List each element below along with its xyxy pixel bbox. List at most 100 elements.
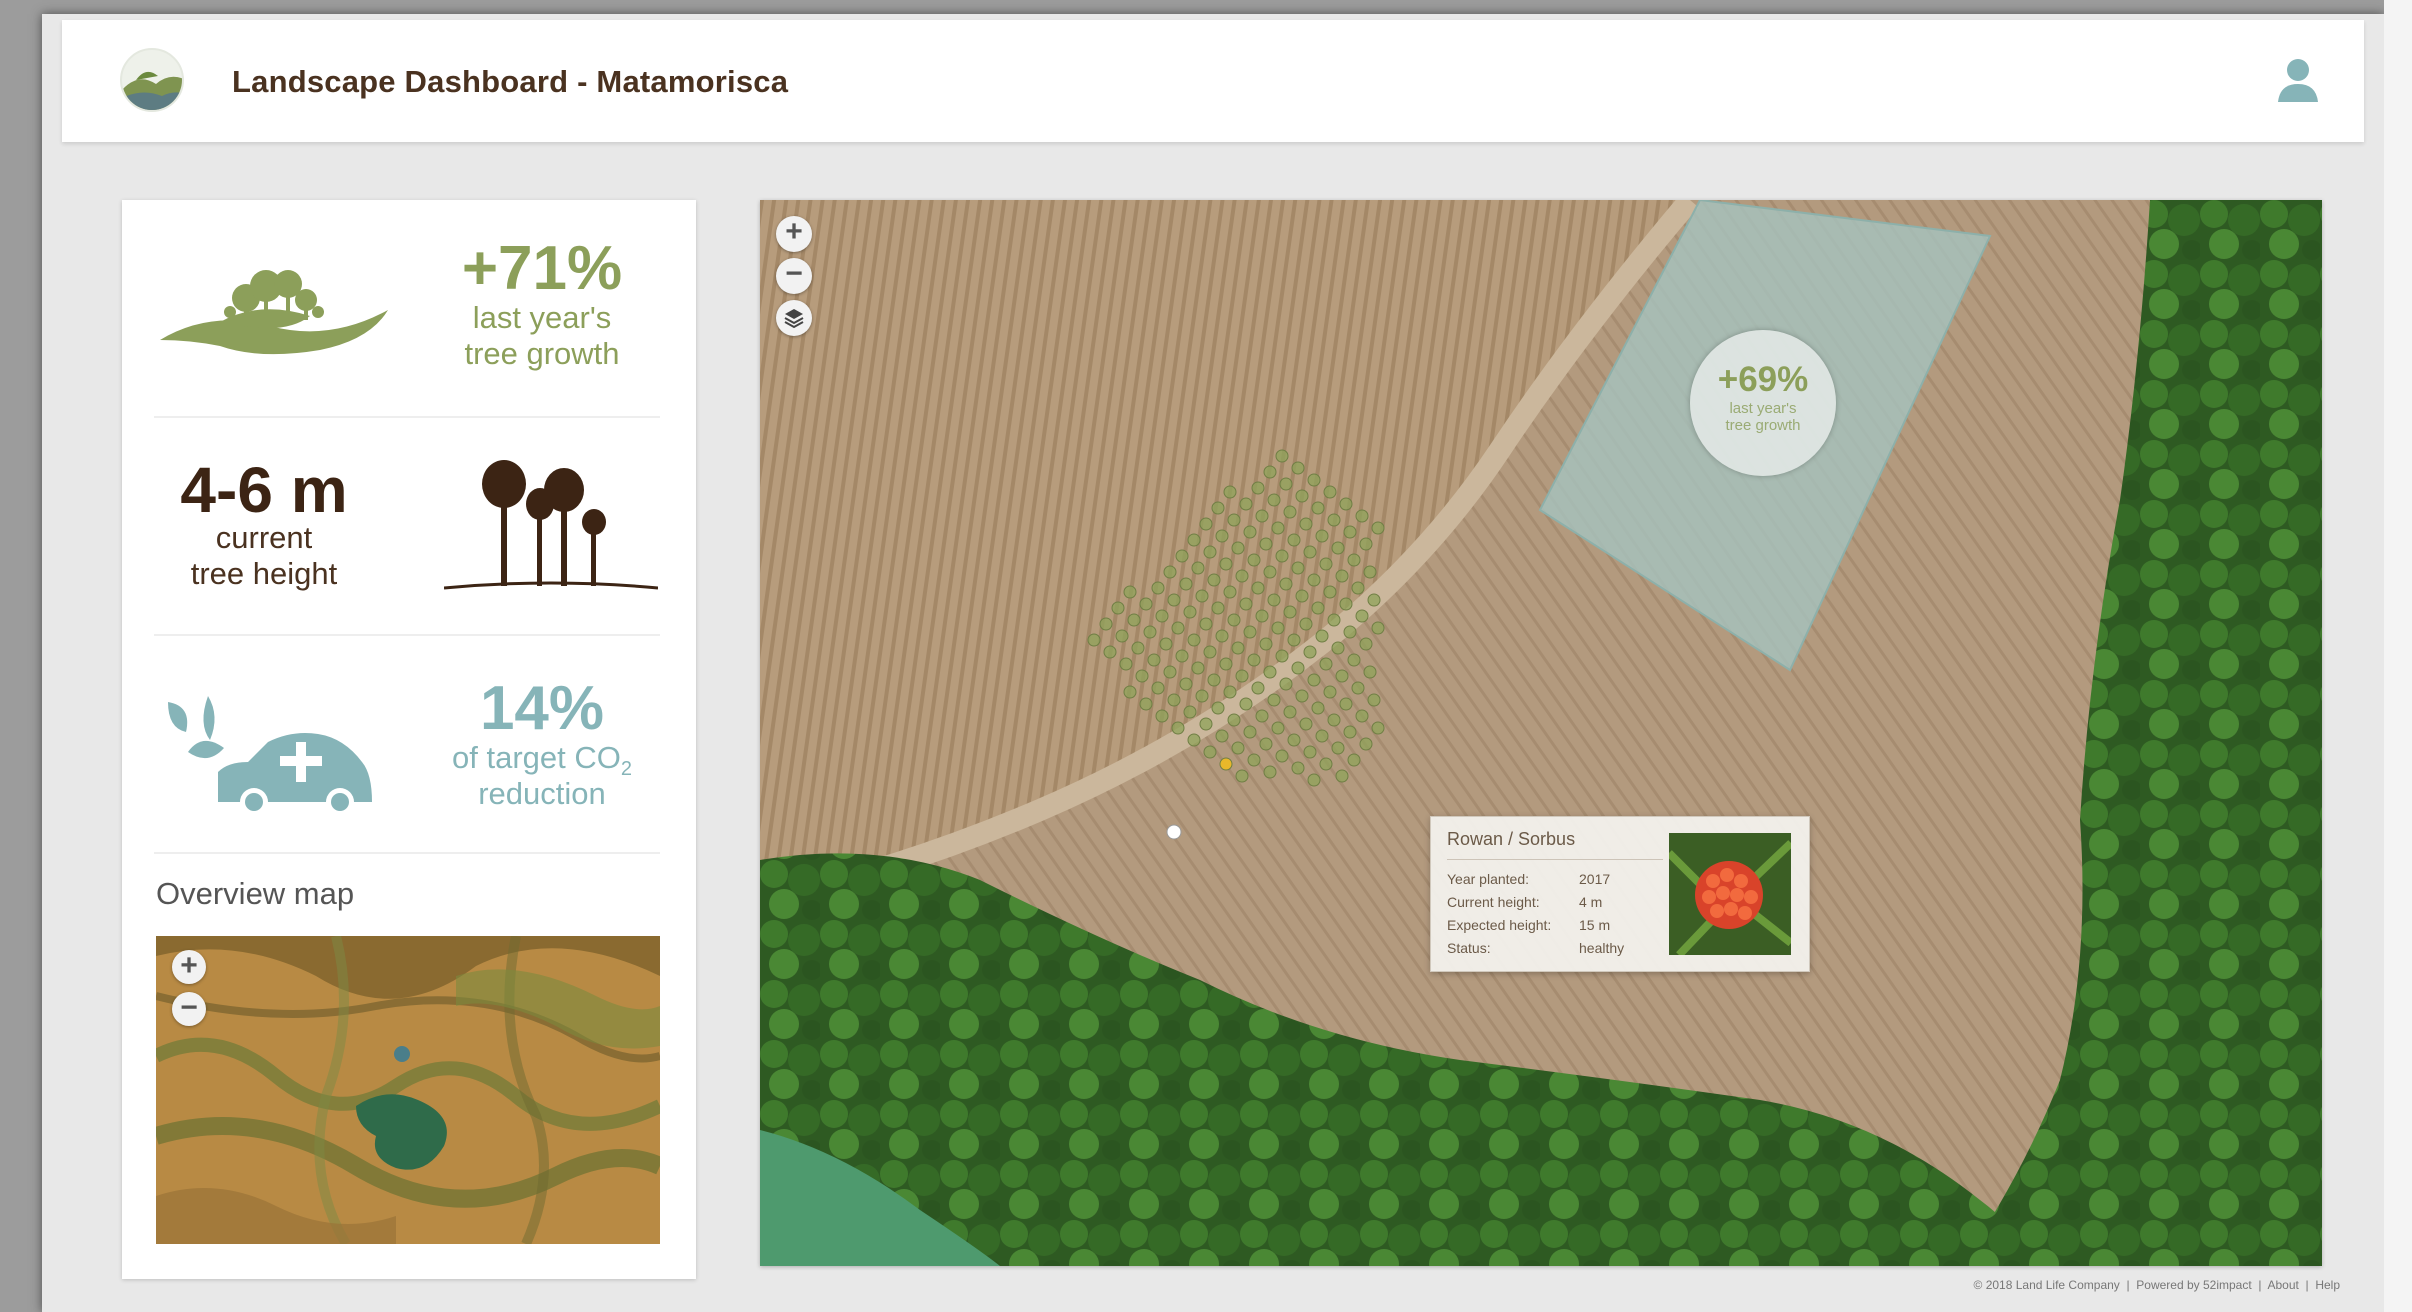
tree-marker[interactable] [1279,577,1293,591]
tree-marker[interactable] [1243,625,1257,639]
tree-marker[interactable] [1187,733,1201,747]
tree-marker[interactable] [1143,625,1157,639]
tree-marker[interactable] [1291,461,1305,475]
tree-marker[interactable] [1299,717,1313,731]
footer-about-link[interactable]: About [2267,1278,2298,1292]
tree-marker[interactable] [1231,741,1245,755]
tree-marker[interactable] [1275,749,1289,763]
tree-marker[interactable] [1367,593,1381,607]
tree-marker[interactable] [1123,685,1137,699]
tree-marker[interactable] [1371,521,1385,535]
tree-marker[interactable] [1335,769,1349,783]
tree-marker[interactable] [1227,513,1241,527]
tree-marker[interactable] [1339,497,1353,511]
tree-marker[interactable] [1183,605,1197,619]
tree-marker[interactable] [1327,513,1341,527]
tree-marker[interactable] [1227,613,1241,627]
tree-marker[interactable] [1211,601,1225,615]
tree-marker[interactable] [1287,633,1301,647]
tree-marker[interactable] [1283,605,1297,619]
tree-marker[interactable] [1103,645,1117,659]
tree-marker[interactable] [1255,509,1269,523]
tree-marker[interactable] [1223,585,1237,599]
tree-marker[interactable] [1323,485,1337,499]
tree-marker[interactable] [1347,753,1361,767]
tree-marker[interactable] [1155,709,1169,723]
tree-marker[interactable] [1259,537,1273,551]
user-profile-icon[interactable] [2276,56,2320,104]
tree-marker[interactable] [1343,725,1357,739]
tree-marker[interactable] [1167,693,1181,707]
tree-marker[interactable] [1151,681,1165,695]
tree-marker[interactable] [1199,717,1213,731]
tree-marker[interactable] [1311,501,1325,515]
tree-marker[interactable] [1263,665,1277,679]
tree-marker[interactable] [1271,721,1285,735]
tree-marker[interactable] [1267,593,1281,607]
tree-marker[interactable] [1371,621,1385,635]
tree-marker[interactable] [1275,549,1289,563]
tree-marker[interactable] [1235,669,1249,683]
tree-marker[interactable] [1223,685,1237,699]
map-zoom-in-button[interactable]: + [776,216,812,252]
tree-marker[interactable] [1179,677,1193,691]
tree-marker[interactable] [1267,493,1281,507]
tree-marker[interactable] [1267,693,1281,707]
tree-marker[interactable] [1279,477,1293,491]
tree-marker[interactable] [1263,465,1277,479]
tree-marker[interactable] [1359,537,1373,551]
map-zoom-out-button[interactable]: − [776,258,812,294]
selected-tree-marker[interactable] [1166,824,1182,840]
tree-marker[interactable] [1295,589,1309,603]
tree-marker[interactable] [1251,481,1265,495]
tree-marker[interactable] [1355,709,1369,723]
tree-marker[interactable] [1175,549,1189,563]
tree-marker[interactable] [1299,517,1313,531]
tree-marker[interactable] [1255,609,1269,623]
tree-marker[interactable] [1359,637,1373,651]
tree-marker[interactable] [1243,525,1257,539]
tree-marker[interactable] [1235,769,1249,783]
tree-marker[interactable] [1287,533,1301,547]
overview-map[interactable]: + − [156,936,660,1244]
tree-marker[interactable] [1183,705,1197,719]
tree-marker[interactable] [1187,533,1201,547]
tree-marker[interactable] [1275,649,1289,663]
tree-marker[interactable] [1347,553,1361,567]
tree-marker[interactable] [1331,541,1345,555]
tree-marker[interactable] [1243,725,1257,739]
tree-marker[interactable] [1163,665,1177,679]
tree-marker[interactable] [1111,601,1125,615]
tree-marker[interactable] [1239,497,1253,511]
tree-marker[interactable] [1199,517,1213,531]
tree-marker[interactable] [1247,653,1261,667]
tree-marker[interactable] [1131,641,1145,655]
tree-marker[interactable] [1311,601,1325,615]
tree-marker[interactable] [1331,641,1345,655]
tree-marker[interactable] [1235,569,1249,583]
overview-zoom-in-button[interactable]: + [172,950,206,984]
tree-marker[interactable] [1319,657,1333,671]
tree-marker[interactable] [1199,617,1213,631]
tree-marker[interactable] [1295,689,1309,703]
tree-marker[interactable] [1275,449,1289,463]
tree-marker[interactable] [1223,485,1237,499]
tree-marker[interactable] [1139,597,1153,611]
tree-marker[interactable] [1191,561,1205,575]
tree-marker[interactable] [1307,773,1321,787]
tree-marker[interactable] [1255,709,1269,723]
tree-marker[interactable] [1303,745,1317,759]
tree-marker[interactable] [1335,569,1349,583]
tree-marker[interactable] [1155,609,1169,623]
tree-marker[interactable] [1127,613,1141,627]
tree-marker[interactable] [1359,737,1373,751]
tree-marker[interactable] [1355,509,1369,523]
area-growth-badge[interactable]: +69% last year's tree growth [1690,330,1836,476]
tree-marker[interactable] [1119,657,1133,671]
tree-marker[interactable] [1215,529,1229,543]
tree-marker[interactable] [1319,557,1333,571]
tree-marker[interactable] [1231,541,1245,555]
tree-marker[interactable] [1171,721,1185,735]
tree-marker[interactable] [1215,629,1229,643]
tree-marker[interactable] [1195,689,1209,703]
